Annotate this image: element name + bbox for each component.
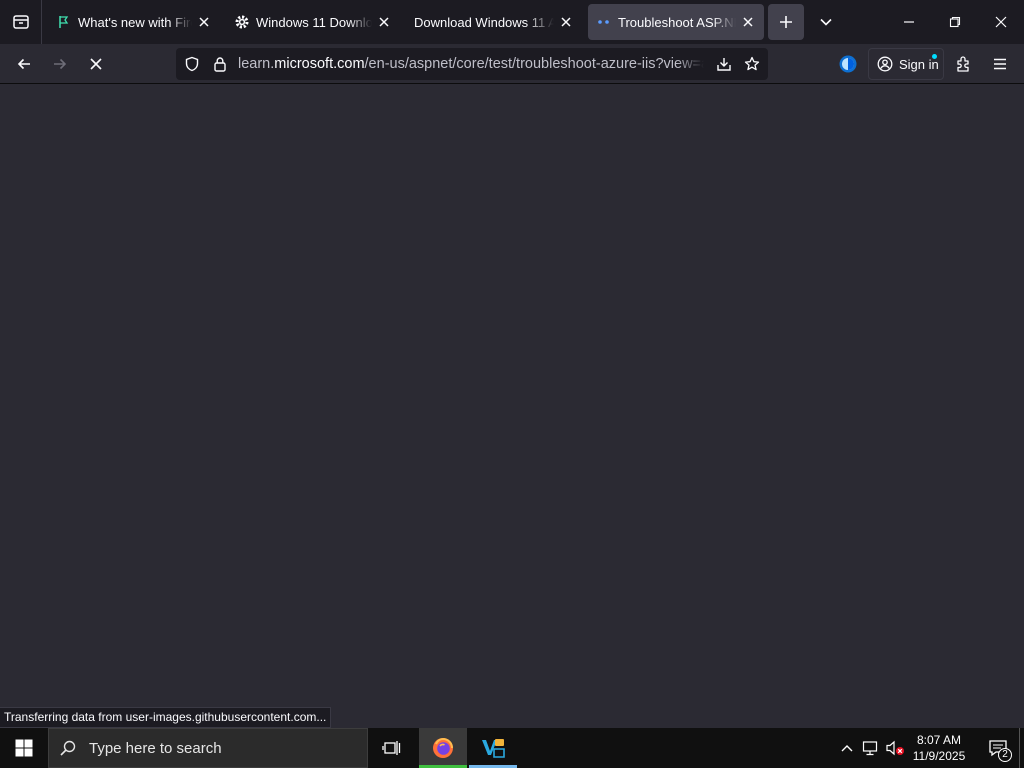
notification-count-badge: 2 xyxy=(998,748,1012,762)
tracking-protection-shield-icon[interactable] xyxy=(178,48,206,80)
show-hidden-icons-button[interactable] xyxy=(836,728,858,768)
tab-title: Windows 11 Download xyxy=(256,14,372,30)
volume-tray-button[interactable] xyxy=(884,728,906,768)
loading-dots-icon xyxy=(596,14,612,30)
windows-taskbar: Type here to search 8:07 AM 11/9/2025 2 xyxy=(0,728,1024,768)
firefox-view-button[interactable] xyxy=(0,0,42,44)
visual-studio-installer-icon xyxy=(482,739,505,758)
forward-arrow-icon xyxy=(54,58,67,70)
speaker-muted-icon xyxy=(886,740,904,756)
firefox-logo-icon xyxy=(433,737,453,758)
tab-strip: What's new with Firefox Windows 11 Downl… xyxy=(0,0,1024,44)
tab-windows-11-download[interactable]: Windows 11 Download xyxy=(226,4,400,40)
search-placeholder: Type here to search xyxy=(89,739,222,757)
back-button[interactable] xyxy=(8,48,40,80)
save-to-pocket-icon[interactable] xyxy=(710,48,738,80)
notification-dot xyxy=(932,54,937,59)
extensions-button[interactable] xyxy=(948,48,980,80)
close-icon[interactable] xyxy=(558,14,574,30)
tab-title: Troubleshoot ASP.NET Core xyxy=(618,14,736,30)
firefox-flag-icon xyxy=(56,14,72,30)
puzzle-piece-icon xyxy=(957,56,969,72)
task-view-icon xyxy=(382,741,401,755)
application-menu-button[interactable] xyxy=(984,48,1016,80)
clock-date: 11/9/2025 xyxy=(912,749,966,763)
list-all-tabs-button[interactable] xyxy=(808,4,844,40)
sign-in-button[interactable]: Sign in xyxy=(868,48,944,80)
tab-title: Download Windows 11 Arm xyxy=(414,14,554,30)
start-button[interactable] xyxy=(0,728,48,768)
bookmark-star-icon[interactable] xyxy=(738,48,766,80)
close-icon[interactable] xyxy=(376,14,392,30)
close-icon[interactable] xyxy=(196,14,212,30)
vpn-globe-icon xyxy=(839,55,857,73)
stop-button[interactable] xyxy=(80,48,112,80)
taskbar-clock[interactable]: 8:07 AM 11/9/2025 xyxy=(906,728,972,768)
firefox-view-icon xyxy=(12,15,29,29)
restore-button[interactable] xyxy=(932,0,978,44)
address-bar[interactable]: learn.microsoft.com/en-us/aspnet/core/te… xyxy=(176,48,768,80)
stop-icon xyxy=(90,58,102,70)
show-desktop-button[interactable] xyxy=(1019,728,1020,768)
close-window-button[interactable] xyxy=(978,0,1024,44)
tab-troubleshoot-aspnet[interactable]: Troubleshoot ASP.NET Core xyxy=(588,4,764,40)
gear-icon xyxy=(234,14,250,30)
tab-download-windows-11-arm[interactable]: Download Windows 11 Arm xyxy=(406,4,582,40)
forward-button[interactable] xyxy=(44,48,76,80)
status-panel: Transferring data from user-images.githu… xyxy=(0,707,332,728)
url-text[interactable]: learn.microsoft.com/en-us/aspnet/core/te… xyxy=(238,48,704,80)
network-tray-button[interactable] xyxy=(860,728,882,768)
action-center-button[interactable]: 2 xyxy=(978,728,1018,768)
url-path: /en-us/aspnet/core/test/troubleshoot-azu… xyxy=(364,56,704,72)
close-icon[interactable] xyxy=(740,14,756,30)
taskbar-visual-studio[interactable] xyxy=(469,728,517,768)
taskbar-search-box[interactable]: Type here to search xyxy=(48,728,368,768)
chevron-down-icon xyxy=(820,18,832,26)
close-icon xyxy=(995,16,1007,28)
task-view-button[interactable] xyxy=(368,728,416,768)
minimize-button[interactable] xyxy=(886,0,932,44)
vpn-button[interactable] xyxy=(832,48,864,80)
lock-icon[interactable] xyxy=(206,48,234,80)
taskbar-firefox[interactable] xyxy=(419,728,467,768)
search-icon xyxy=(60,740,76,756)
windows-logo-icon xyxy=(15,739,33,757)
plus-icon xyxy=(780,16,792,28)
url-domain: microsoft.com xyxy=(274,56,365,72)
new-tab-button[interactable] xyxy=(768,4,804,40)
navigation-toolbar: learn.microsoft.com/en-us/aspnet/core/te… xyxy=(0,44,1024,84)
tab-title: What's new with Firefox xyxy=(78,14,192,30)
tab-whats-new[interactable]: What's new with Firefox xyxy=(48,4,220,40)
minimize-icon xyxy=(904,21,914,23)
account-icon xyxy=(877,56,893,72)
chevron-up-icon xyxy=(841,745,853,752)
back-arrow-icon xyxy=(17,58,30,70)
network-icon xyxy=(862,741,878,756)
page-content xyxy=(0,85,1024,728)
hamburger-menu-icon xyxy=(994,58,1006,70)
clock-time: 8:07 AM xyxy=(916,733,962,747)
restore-icon xyxy=(949,16,961,28)
